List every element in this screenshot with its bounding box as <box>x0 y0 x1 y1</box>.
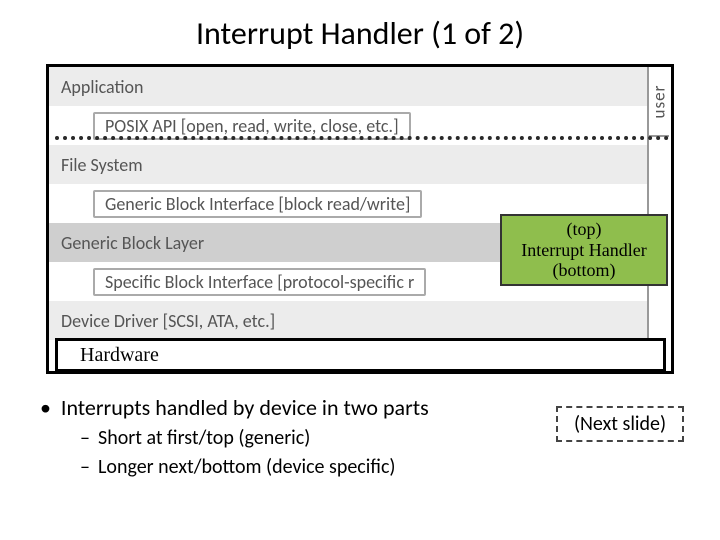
layer-gbi-label: Generic Block Interface [block read/writ… <box>93 190 422 218</box>
next-slide-callout: (Next slide) <box>556 406 684 442</box>
callout-top: (top) <box>502 219 666 240</box>
bullet-list: • Interrupts handled by device in two pa… <box>40 394 429 480</box>
slide-title: Interrupt Handler (1 of 2) <box>0 0 720 53</box>
bullet-1: • Interrupts handled by device in two pa… <box>40 394 429 422</box>
callout-middle: Interrupt Handler <box>502 240 666 261</box>
callout-bottom: (bottom) <box>502 260 666 281</box>
layer-application: Application <box>49 67 647 106</box>
io-stack: Application POSIX API [open, read, write… <box>49 67 647 340</box>
layer-device-driver: Device Driver [SCSI, ATA, etc.] <box>49 301 647 340</box>
layer-sbi-label: Specific Block Interface [protocol-speci… <box>93 268 426 296</box>
interrupt-handler-callout: (top) Interrupt Handler (bottom) <box>500 214 668 286</box>
bullet-1b: –Longer next/bottom (device specific) <box>80 455 429 480</box>
user-kernel-divider <box>55 136 674 140</box>
layer-file-system: File System <box>49 145 647 184</box>
mode-label-user: user <box>647 67 669 137</box>
hardware-box: Hardware <box>55 338 666 372</box>
bullet-1a: –Short at first/top (generic) <box>80 426 429 451</box>
